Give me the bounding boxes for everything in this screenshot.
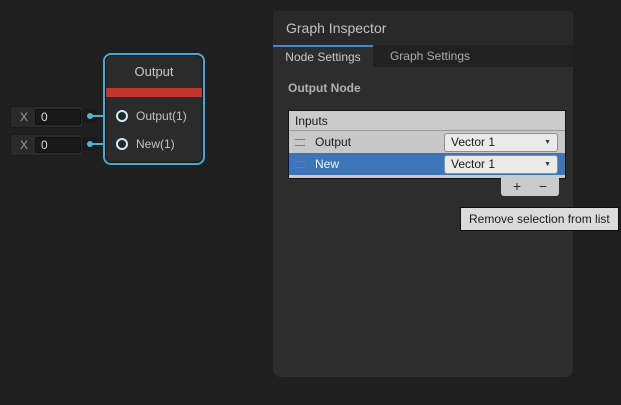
inputs-list-header: Inputs <box>289 111 565 131</box>
tab-graph-settings[interactable]: Graph Settings <box>373 45 487 67</box>
node-title: Output <box>105 55 203 88</box>
list-button-bar: + − <box>501 177 559 196</box>
node-divider-red-bar <box>106 88 202 97</box>
panel-title: Graph Inspector <box>286 20 386 36</box>
port-label: New(1) <box>136 137 175 151</box>
output-node[interactable]: Output Output(1) New(1) <box>103 53 205 165</box>
remove-item-button[interactable]: − <box>530 177 556 196</box>
x-field-2: X 0 <box>10 134 83 156</box>
x-value-input[interactable]: 0 <box>35 137 81 153</box>
dropdown-value: Vector 1 <box>451 135 495 149</box>
row-name: Output <box>315 135 351 149</box>
dropdown-value: Vector 1 <box>451 157 495 171</box>
list-item-output[interactable]: Output Vector 1 ▼ <box>289 131 565 153</box>
row-name: New <box>315 157 339 171</box>
chevron-down-icon: ▼ <box>544 161 551 168</box>
x-field-label: X <box>20 110 28 124</box>
x-field-label: X <box>20 138 28 152</box>
tab-strip: Node Settings Graph Settings <box>273 45 573 67</box>
port-label: Output(1) <box>136 109 187 123</box>
list-item-new[interactable]: New Vector 1 ▼ <box>289 153 565 175</box>
inputs-list: Inputs Output Vector 1 ▼ New Vector 1 ▼ <box>288 110 566 179</box>
type-dropdown[interactable]: Vector 1 ▼ <box>444 155 558 174</box>
port-row: Output(1) <box>105 109 203 123</box>
graph-inspector-panel: Graph Inspector Node Settings Graph Sett… <box>273 11 573 377</box>
input-port-icon[interactable] <box>116 110 128 122</box>
x-field-1: X 0 <box>10 106 83 128</box>
panel-header: Graph Inspector <box>273 11 573 45</box>
section-title: Output Node <box>288 81 573 95</box>
x-value-input[interactable]: 0 <box>35 109 81 125</box>
chevron-down-icon: ▼ <box>544 139 551 146</box>
type-dropdown[interactable]: Vector 1 ▼ <box>444 133 558 152</box>
input-port-icon[interactable] <box>116 138 128 150</box>
tab-node-settings[interactable]: Node Settings <box>273 45 373 67</box>
tooltip: Remove selection from list <box>460 207 619 231</box>
drag-handle-icon[interactable] <box>295 161 305 168</box>
add-item-button[interactable]: + <box>504 177 530 196</box>
tooltip-text: Remove selection from list <box>469 212 610 226</box>
port-row: New(1) <box>105 137 203 151</box>
drag-handle-icon[interactable] <box>295 139 305 146</box>
